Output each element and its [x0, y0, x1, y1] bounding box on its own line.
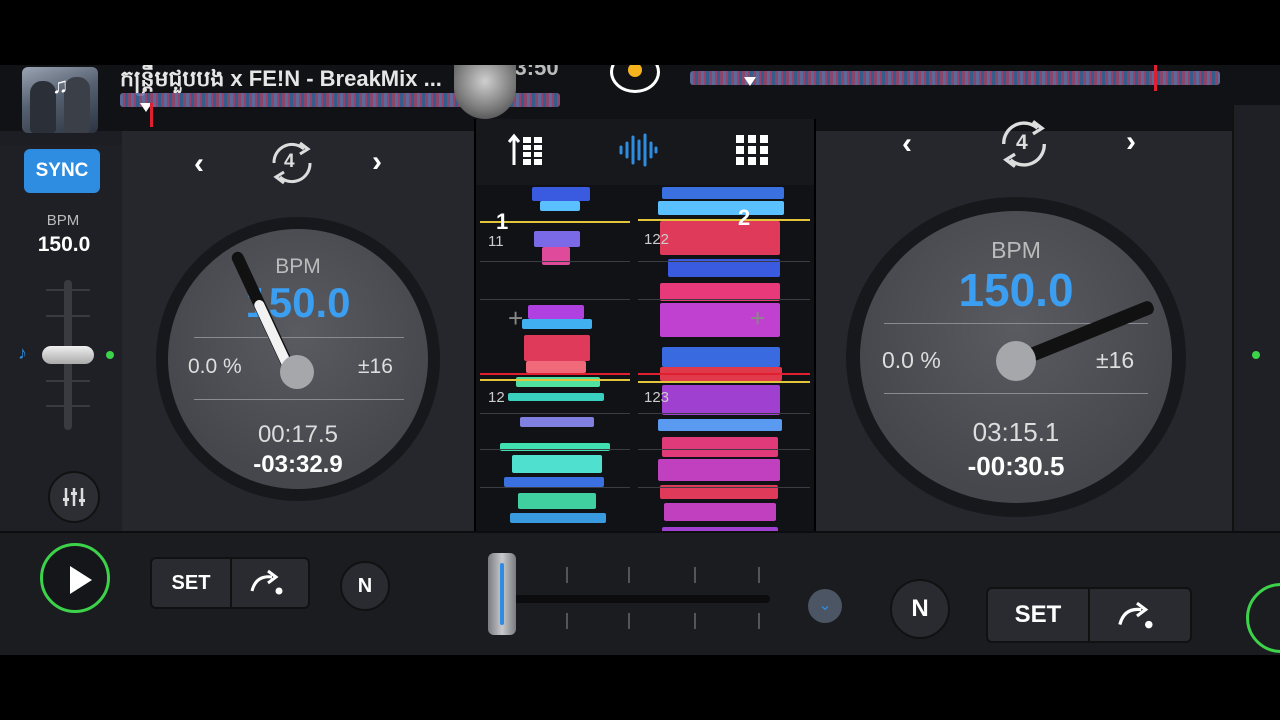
grid-icon — [736, 135, 768, 165]
loop-size-label: 4 — [1016, 131, 1028, 154]
waveform-deck-b[interactable]: 2 122 123 124 + — [638, 187, 810, 549]
play-button-right[interactable] — [1246, 583, 1280, 653]
pitch-percent: 0.0 % — [882, 347, 941, 373]
deck-b-label: 2 — [738, 205, 751, 230]
loop-next-icon[interactable]: › — [372, 145, 382, 179]
playhead-b — [638, 373, 810, 375]
n-button-right[interactable]: N — [890, 579, 950, 639]
deck-a-label: 1 — [496, 209, 509, 234]
overview-position-left — [150, 103, 153, 127]
set-cue-button[interactable]: SET — [988, 589, 1088, 641]
letterbox-top — [0, 0, 1280, 65]
jog-wheel-right[interactable]: BPM 150.0 0.0 % ±16 03:15.1 -00:30.5 — [846, 197, 1186, 517]
status-led-right — [1252, 351, 1260, 359]
add-cue-icon[interactable]: + — [750, 303, 765, 334]
overview-waveform-right[interactable] — [690, 71, 1220, 85]
crossfader-track[interactable] — [500, 595, 770, 603]
cue-group-left: SET — [150, 557, 310, 609]
loop-prev-icon[interactable]: ‹ — [902, 127, 912, 161]
pitch-range[interactable]: ±16 — [1096, 347, 1134, 374]
waveform-deck-a[interactable]: 1 11 12 13 + — [480, 187, 630, 549]
overview-position-right — [1154, 65, 1157, 91]
cue-jump-button[interactable] — [248, 569, 288, 602]
album-art[interactable]: ♫ — [22, 67, 98, 133]
tab-mixer[interactable] — [507, 133, 546, 174]
loop-next-icon[interactable]: › — [1126, 125, 1136, 159]
key-lock-icon[interactable]: ♪ — [18, 343, 27, 364]
pitch-fader-handle[interactable] — [42, 346, 94, 364]
remaining-time: -03:32.9 — [253, 451, 343, 478]
loop-size-label: 4 — [284, 151, 295, 172]
sync-button[interactable]: SYNC — [24, 149, 100, 193]
bpm-value: 150.0 — [37, 233, 91, 256]
jog-wheel-left[interactable]: BPM 150.0 0.0 % ±16 00:17.5 -03:32.9 — [156, 217, 440, 501]
eq-sliders-button[interactable] — [48, 471, 100, 523]
cue-group-right: SET — [986, 587, 1192, 643]
chevron-down-icon[interactable]: ⌄ — [808, 589, 842, 623]
music-note-icon: ♫ — [52, 73, 69, 98]
loop-prev-icon[interactable]: ‹ — [194, 147, 204, 181]
waveform-panel: 1 11 12 13 + — [474, 119, 816, 549]
platter-bpm-value: 150.0 — [245, 279, 351, 326]
n-button-left[interactable]: N — [340, 561, 390, 611]
mixer-icon — [507, 133, 542, 165]
curved-arrow-icon — [250, 569, 283, 595]
view-tabs — [476, 119, 814, 185]
platter-bpm-label: BPM — [275, 255, 321, 278]
platter-center — [996, 341, 1036, 381]
remaining-time: -00:30.5 — [967, 451, 1065, 481]
tab-pads[interactable] — [734, 133, 770, 174]
overview-playhead-right — [744, 77, 756, 86]
add-cue-icon[interactable]: + — [508, 303, 523, 334]
dj-app: ♫ កន្ត្រឹមជួបបង x FE!N - BreakMix ... -0… — [0, 65, 1280, 655]
transport-bar: SET N ⌄ N SET — [0, 531, 1280, 655]
beat-number: 122 — [644, 231, 670, 248]
beat-number: 123 — [644, 389, 670, 406]
pitch-percent: 0.0 % — [188, 355, 242, 378]
playhead-a — [480, 373, 630, 375]
pitch-range[interactable]: ±16 — [358, 355, 393, 379]
curved-arrow-icon — [1118, 601, 1153, 629]
play-button-left[interactable] — [40, 543, 110, 613]
elapsed-time: 03:15.1 — [972, 417, 1060, 447]
loop-button[interactable]: 4 — [992, 117, 1056, 176]
set-cue-button[interactable]: SET — [152, 559, 230, 607]
platter-bpm-label: BPM — [991, 237, 1041, 263]
waveform-icon — [619, 133, 658, 167]
elapsed-time: 00:17.5 — [257, 421, 339, 448]
play-icon — [70, 566, 92, 594]
bpm-label: BPM — [46, 212, 80, 229]
beat-number: 11 — [488, 233, 504, 250]
beat-number: 12 — [488, 389, 505, 406]
tab-waveform[interactable] — [618, 133, 658, 174]
status-led-left — [106, 351, 114, 359]
cue-jump-button[interactable] — [1114, 601, 1160, 636]
sliders-icon — [63, 488, 85, 506]
platter-center — [280, 355, 314, 389]
letterbox-bottom — [0, 655, 1280, 720]
center-knob[interactable] — [454, 65, 516, 119]
loop-button[interactable]: 4 — [264, 139, 320, 192]
